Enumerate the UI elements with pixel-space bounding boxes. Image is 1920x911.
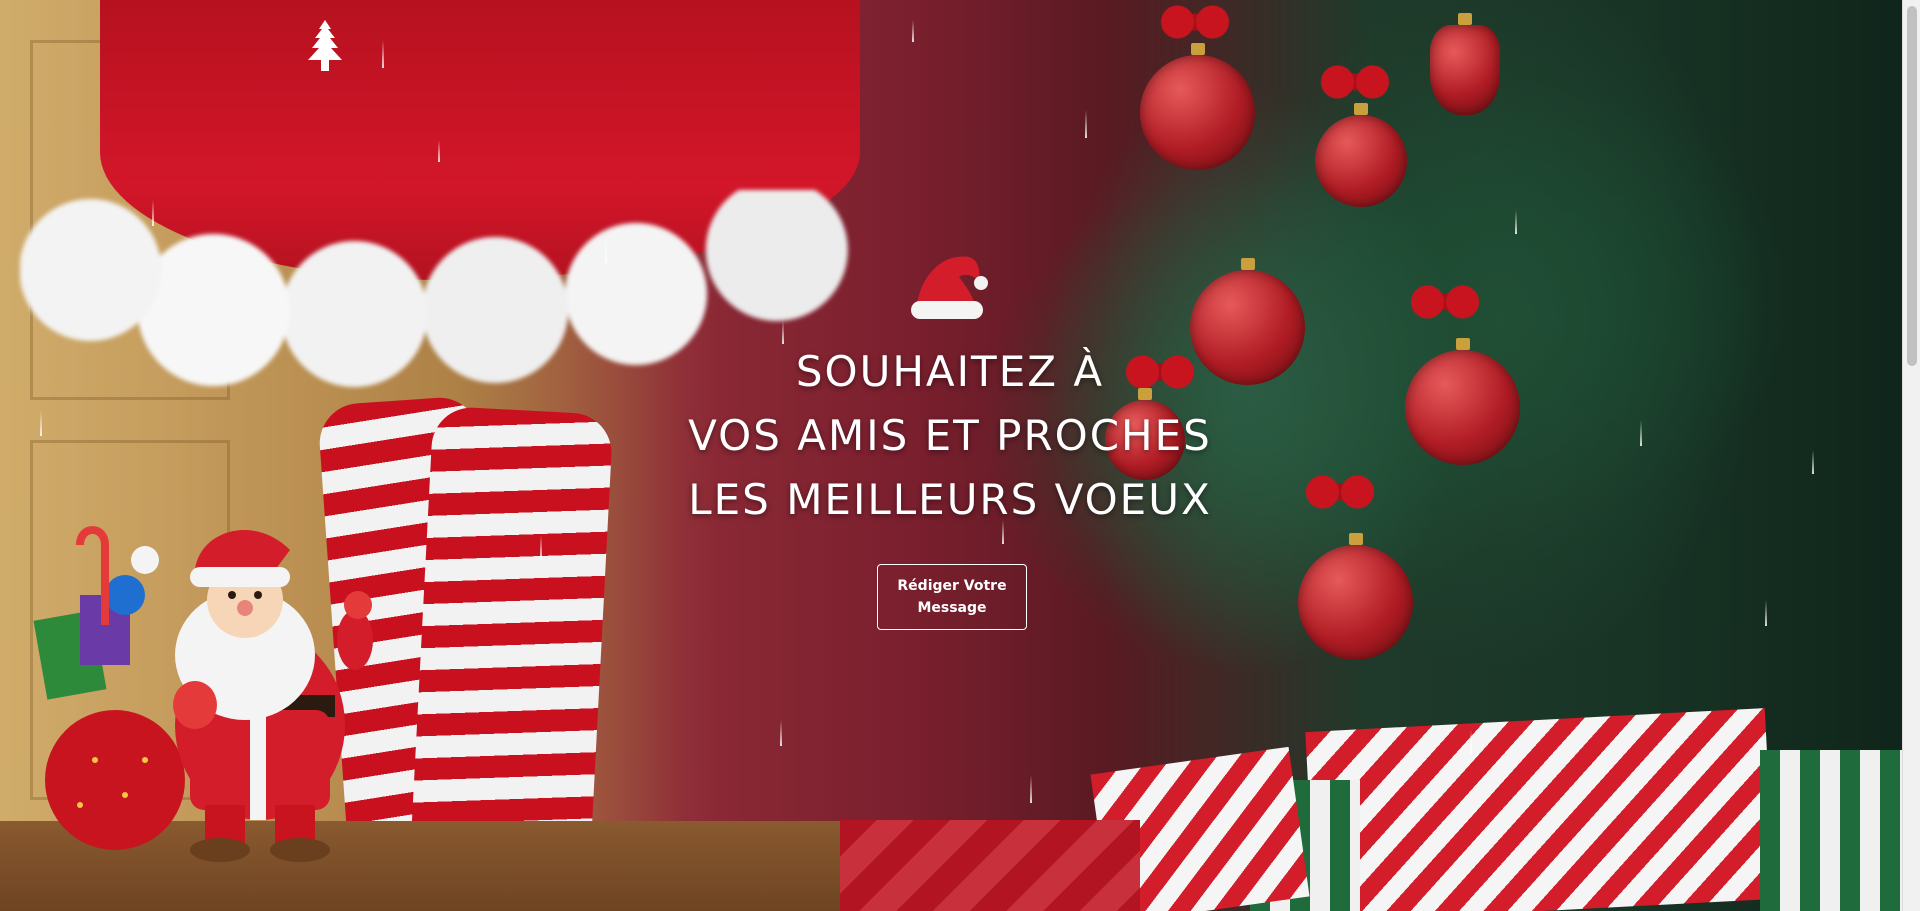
ornament-bow [1320,65,1390,99]
rain-drop [1515,210,1517,234]
ornament-ball [1140,55,1255,170]
rain-drop [40,410,42,436]
page-scrollbar[interactable] [1902,0,1920,911]
ornament-bow [1160,5,1230,39]
headline-line-1: SOUHAITEZ À [795,347,1105,396]
christmas-tree-icon[interactable] [304,20,346,76]
hero-headline: SOUHAITEZ À VOS AMIS ET PROCHES LES MEIL… [560,340,1340,532]
ornament-ball [1315,115,1407,207]
rain-drop [438,140,440,162]
rain-drop [605,235,607,263]
rain-drop [1085,110,1087,138]
gift-box [1760,750,1902,911]
gift-box [840,820,1140,911]
ornament-bell [1430,25,1500,115]
scrollbar-thumb[interactable] [1907,6,1917,366]
headline-line-2: VOS AMIS ET PROCHES [688,411,1212,460]
rain-drop [1812,450,1814,474]
rain-drop [382,40,384,68]
ornament-ball [1405,350,1520,465]
christmas-tree-icon-svg [308,20,342,71]
ornament-ball [1298,545,1413,660]
rain-drop [1030,775,1032,803]
rain-drop [540,535,542,559]
santa-claus-illustration [20,505,380,865]
ornament-bow [1410,285,1480,319]
gift-box [1305,708,1775,911]
write-message-button[interactable]: Rédiger Votre Message [877,564,1027,630]
rain-drop [780,720,782,746]
rain-drop [1765,600,1767,626]
santa-hat-icon [907,247,989,323]
rain-drop [152,200,154,226]
rain-drop [912,20,914,42]
rain-drop [1470,730,1472,754]
headline-line-3: LES MEILLEURS VOEUX [688,475,1212,524]
rain-drop [1640,420,1642,446]
